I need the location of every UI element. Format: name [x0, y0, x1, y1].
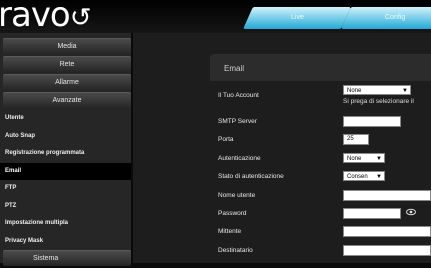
- username-label: Nome utente: [218, 192, 256, 199]
- recipient-input[interactable]: [343, 245, 431, 256]
- sidebar-item-media[interactable]: Media: [3, 38, 131, 54]
- password-input[interactable]: [343, 208, 401, 219]
- account-select[interactable]: None ▼: [343, 85, 411, 95]
- tab-live[interactable]: Live: [243, 7, 351, 29]
- sidebar-item-allarme[interactable]: Allarme: [3, 74, 131, 90]
- sidebar-item-auto-snap[interactable]: Auto Snap: [0, 128, 131, 146]
- sidebar-item-rete[interactable]: Rete: [3, 56, 131, 72]
- chevron-down-icon: ▼: [376, 174, 382, 180]
- brand-logo: ravo↺: [0, 0, 92, 35]
- eye-icon[interactable]: [406, 208, 416, 216]
- password-label: Password: [218, 210, 247, 217]
- sidebar-item-registrazione[interactable]: Registrazione programmata: [0, 145, 131, 163]
- auth-state-label: Stato di autenticazione: [218, 173, 284, 180]
- account-label: Il Tuo Account: [218, 92, 259, 99]
- sidebar-item-utente[interactable]: Utente: [0, 110, 131, 128]
- sidebar-item-avanzate[interactable]: Avanzate: [3, 92, 131, 108]
- port-input[interactable]: 25: [343, 134, 369, 145]
- sidebar-item-sistema[interactable]: Sistema: [3, 250, 131, 266]
- sender-label: Mittente: [218, 228, 242, 235]
- sender-input[interactable]: [343, 226, 431, 237]
- auth-select[interactable]: None ▼: [343, 153, 385, 163]
- panel-title: Email: [224, 64, 245, 73]
- account-hint: Si prega di selezionare il: [343, 98, 414, 105]
- sidebar-item-email[interactable]: Email: [0, 162, 131, 180]
- port-label: Porta: [218, 136, 234, 143]
- chevron-down-icon: ▼: [376, 156, 382, 162]
- smtp-label: SMTP Server: [218, 118, 257, 125]
- sidebar-item-ptz[interactable]: PTZ: [0, 198, 131, 216]
- username-input[interactable]: [343, 190, 431, 201]
- recipient-label: Destinatario: [218, 247, 253, 254]
- sidebar-item-impostazione-multipla[interactable]: Impostazione multipla: [0, 215, 131, 233]
- sidebar: Media Rete Allarme Avanzate Utente Auto …: [0, 38, 131, 268]
- email-panel-header: Email: [210, 54, 431, 81]
- sidebar-item-ftp[interactable]: FTP: [0, 180, 131, 198]
- auth-label: Autenticazione: [218, 155, 261, 162]
- chevron-down-icon: ▼: [402, 88, 408, 94]
- tab-config[interactable]: Config: [341, 7, 431, 29]
- auth-state-select[interactable]: Consen ▼: [343, 171, 385, 181]
- sidebar-item-privacy-mask[interactable]: Privacy Mask: [0, 233, 131, 251]
- smtp-input[interactable]: [343, 116, 401, 127]
